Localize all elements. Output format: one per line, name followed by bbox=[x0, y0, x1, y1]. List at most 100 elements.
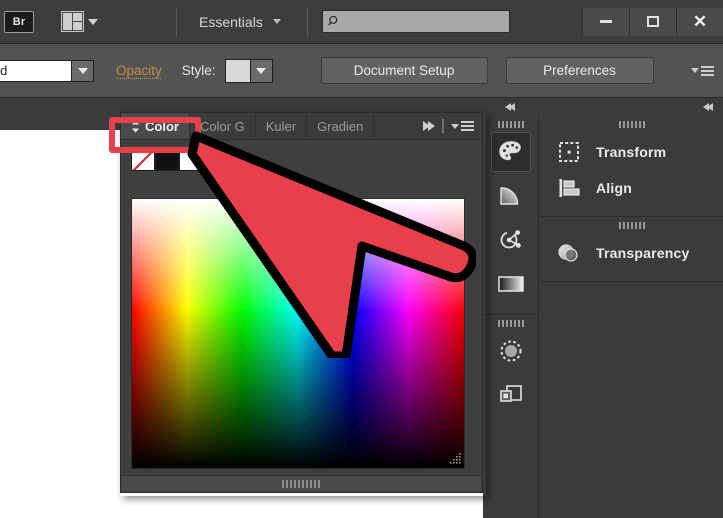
dock-icon-rail bbox=[483, 116, 539, 518]
dock-group-transform-align: Transform Align bbox=[540, 116, 723, 217]
none-swatch[interactable] bbox=[131, 147, 155, 171]
chevron-down-icon bbox=[256, 67, 267, 74]
rail-button-gradient[interactable] bbox=[491, 264, 531, 304]
transform-icon bbox=[556, 139, 582, 165]
rail-button-brushes[interactable] bbox=[491, 331, 531, 371]
tab-label: Color G bbox=[199, 118, 245, 134]
close-button[interactable]: ✕ bbox=[676, 7, 723, 36]
transparency-icon bbox=[556, 240, 582, 266]
divider bbox=[306, 6, 308, 37]
tabstrip-controls bbox=[423, 113, 482, 139]
symbols-icon bbox=[499, 385, 522, 402]
grip-dots-icon bbox=[497, 320, 524, 327]
grip-dots-icon bbox=[618, 222, 645, 229]
chevron-down-icon bbox=[691, 68, 699, 73]
bridge-button-label: Br bbox=[12, 15, 26, 28]
tab-label: Gradien bbox=[317, 118, 364, 134]
application-bar: Br Essentials ✕ bbox=[0, 0, 723, 44]
rail-button-color-guide[interactable] bbox=[491, 176, 531, 216]
collapse-dock-button[interactable] bbox=[703, 98, 723, 116]
rail-button-kuler[interactable] bbox=[491, 220, 531, 260]
maximize-button[interactable] bbox=[629, 7, 676, 36]
align-icon bbox=[556, 175, 582, 201]
tab-grip-icon bbox=[132, 120, 139, 132]
workspace-label: Essentials bbox=[199, 13, 263, 30]
stroke-cap-value[interactable]: Round bbox=[0, 59, 72, 82]
style-dropdown-button[interactable] bbox=[250, 58, 273, 83]
tab-gradient[interactable]: Gradien bbox=[307, 113, 375, 139]
brushes-icon bbox=[500, 340, 521, 362]
black-swatch[interactable] bbox=[155, 147, 179, 171]
opacity-label[interactable]: Opacity bbox=[116, 63, 162, 78]
illustrator-window: Br Essentials ✕ d Opacity Style: Documen… bbox=[0, 0, 723, 518]
window-controls: ✕ bbox=[582, 7, 723, 36]
chevron-down-icon bbox=[77, 67, 88, 74]
group-drag-grip[interactable] bbox=[540, 116, 723, 134]
panel-menu-icon bbox=[461, 121, 474, 131]
document-setup-label: Document Setup bbox=[353, 63, 455, 78]
chevron-down-icon bbox=[272, 19, 281, 24]
bridge-button[interactable]: Br bbox=[4, 10, 34, 33]
rail-drag-grip[interactable] bbox=[483, 116, 538, 132]
dock-item-transparency[interactable]: Transparency bbox=[540, 235, 723, 271]
close-icon: ✕ bbox=[692, 12, 708, 31]
workspace-backdrop-left bbox=[0, 98, 120, 130]
search-input[interactable] bbox=[340, 15, 491, 28]
group-drag-grip-2[interactable] bbox=[540, 217, 723, 235]
collapse-icon-rail-button[interactable] bbox=[483, 98, 539, 116]
search-icon bbox=[327, 15, 338, 26]
color-spectrum[interactable] bbox=[131, 198, 465, 469]
divider bbox=[442, 119, 444, 133]
style-label: Style: bbox=[181, 63, 216, 78]
color-panel-menu-button[interactable] bbox=[451, 121, 474, 131]
rail-button-color[interactable] bbox=[490, 132, 531, 172]
minimize-icon bbox=[600, 20, 612, 23]
stroke-cap-combo[interactable]: Round bbox=[0, 59, 94, 82]
dock-item-label: Transparency bbox=[596, 245, 690, 261]
color-panel-footer-grip[interactable] bbox=[122, 475, 481, 491]
tab-color-guide[interactable]: Color G bbox=[190, 113, 256, 139]
color-guide-icon bbox=[499, 187, 518, 205]
canvas-bottom-area bbox=[0, 493, 483, 518]
dock-item-transform[interactable]: Transform bbox=[540, 134, 723, 170]
color-palette-icon bbox=[498, 141, 521, 161]
panel-menu-icon bbox=[701, 65, 714, 76]
tab-label: Kuler bbox=[265, 118, 297, 134]
grip-dots-icon bbox=[281, 479, 322, 488]
workspace-layout-switcher[interactable] bbox=[61, 11, 98, 32]
preferences-label: Preferences bbox=[543, 63, 616, 78]
dock-item-label: Align bbox=[596, 180, 632, 196]
dock-item-align[interactable]: Align bbox=[540, 170, 723, 206]
preferences-button[interactable]: Preferences bbox=[505, 57, 654, 84]
rail-button-symbols[interactable] bbox=[491, 375, 531, 415]
control-bar: Round Opacity Style: Document Setup Pref… bbox=[0, 44, 723, 98]
white-swatch[interactable] bbox=[179, 147, 203, 171]
tab-kuler[interactable]: Kuler bbox=[256, 113, 308, 139]
kuler-icon bbox=[500, 230, 521, 249]
color-panel: Color Color G Kuler Gradien bbox=[120, 112, 483, 493]
tab-color[interactable]: Color bbox=[121, 113, 190, 139]
workspace-switcher[interactable]: Essentials bbox=[199, 14, 281, 30]
resize-grip-icon[interactable] bbox=[448, 452, 462, 466]
color-panel-tabstrip: Color Color G Kuler Gradien bbox=[121, 113, 482, 140]
double-chevron-right-icon[interactable] bbox=[423, 121, 435, 131]
dock-item-label: Transform bbox=[596, 144, 667, 160]
rail-drag-grip-2[interactable] bbox=[483, 315, 538, 331]
control-bar-menu-button[interactable] bbox=[691, 65, 714, 76]
chevron-down-icon bbox=[451, 123, 459, 129]
divider bbox=[176, 6, 177, 37]
color-swatch-row bbox=[121, 140, 482, 175]
style-swatch[interactable] bbox=[224, 58, 251, 83]
rail-group-brushes bbox=[483, 315, 538, 425]
dock-panel-column: Transform Align Transparency bbox=[540, 116, 723, 518]
stroke-cap-dropdown-button[interactable] bbox=[72, 59, 94, 82]
tab-label: Color bbox=[145, 118, 179, 134]
dock-group-transparency: Transparency bbox=[540, 217, 723, 282]
minimize-button[interactable] bbox=[582, 7, 629, 36]
dock-header bbox=[483, 98, 723, 116]
chevron-down-icon bbox=[88, 18, 98, 25]
right-dock: Transform Align Transparency bbox=[483, 98, 723, 518]
document-setup-button[interactable]: Document Setup bbox=[320, 57, 488, 84]
maximize-icon bbox=[647, 16, 659, 27]
search-field[interactable] bbox=[321, 10, 510, 33]
